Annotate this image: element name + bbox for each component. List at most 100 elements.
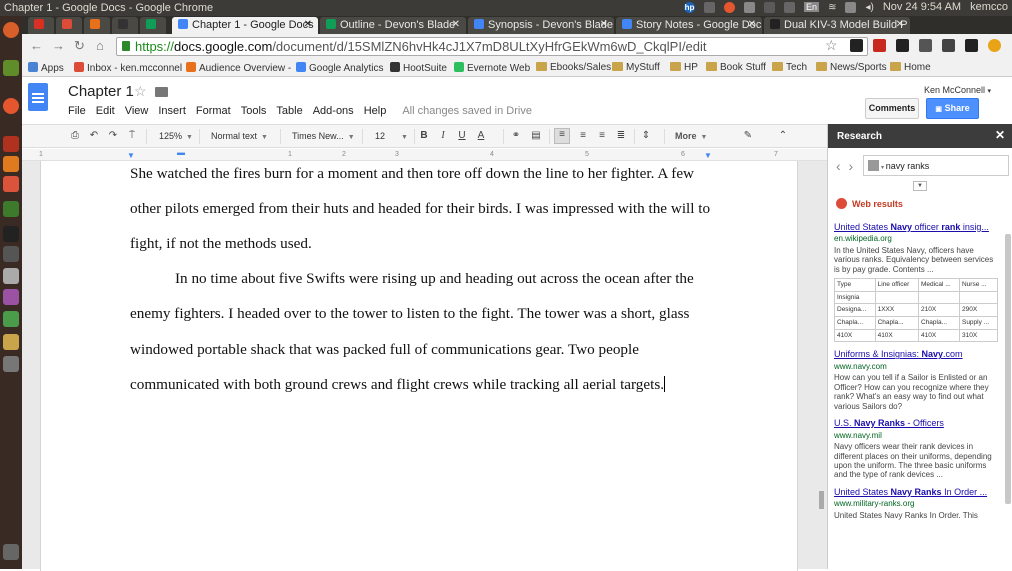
extension-icon[interactable]: [988, 39, 1001, 52]
expand-options-button[interactable]: ▼: [913, 181, 927, 191]
redo-icon[interactable]: ↷: [107, 130, 119, 142]
chrome-icon[interactable]: [724, 1, 736, 13]
battery-icon[interactable]: [845, 1, 857, 13]
app-icon[interactable]: [3, 156, 19, 172]
indent-marker-icon[interactable]: ▬: [177, 148, 185, 157]
flag-icon[interactable]: [704, 1, 716, 13]
close-tab-icon[interactable]: ✕: [304, 19, 312, 30]
undo-icon[interactable]: ↶: [88, 130, 100, 142]
keyboard-indicator[interactable]: En: [804, 2, 820, 12]
bookmark-hootsuite[interactable]: HootSuite: [390, 62, 447, 74]
menu-tools[interactable]: Tools: [241, 105, 267, 117]
tab-story-notes[interactable]: Story Notes - Google Doc ✕: [616, 17, 762, 34]
tab-dual-kiv3[interactable]: Dual KIV-3 Model Build P ✕: [764, 17, 910, 34]
app-icon[interactable]: [3, 289, 19, 305]
settings-gear-icon[interactable]: [850, 39, 863, 52]
search-type-icon[interactable]: [868, 160, 879, 171]
menu-view[interactable]: View: [125, 105, 149, 117]
app-icon[interactable]: [3, 334, 19, 350]
pencil-edit-icon[interactable]: ✎: [742, 130, 754, 142]
app-icon[interactable]: [3, 201, 19, 217]
forward-icon[interactable]: →: [52, 39, 65, 53]
tab-synopsis[interactable]: Synopsis - Devon's Blade ✕: [468, 17, 614, 34]
bookmark-evernote[interactable]: Evernote Web: [454, 62, 530, 74]
tab-pinned[interactable]: [28, 17, 54, 34]
research-search-input[interactable]: ▾ navy ranks: [863, 155, 1009, 176]
bookmark-star-icon[interactable]: ☆: [825, 37, 838, 54]
text-color-button[interactable]: A: [475, 130, 487, 142]
mail-icon[interactable]: [764, 1, 776, 13]
app-icon[interactable]: [3, 246, 19, 262]
style-select[interactable]: Normal text ▼: [211, 131, 268, 141]
bookmark-inbox[interactable]: Inbox - ken.mcconnel: [74, 62, 182, 74]
volume-icon[interactable]: ◂): [865, 2, 873, 13]
app-icon[interactable]: [3, 356, 19, 372]
font-select[interactable]: Times New... ▼: [292, 131, 355, 141]
collapse-icon[interactable]: ⌃: [777, 130, 789, 142]
tab-pinned[interactable]: [112, 17, 138, 34]
folder-icon[interactable]: [155, 87, 168, 97]
align-left-icon[interactable]: ≡: [554, 128, 570, 144]
result-title[interactable]: United States Navy Ranks In Order ...: [834, 487, 1000, 498]
session-user[interactable]: kemcco: [970, 1, 1008, 13]
chevron-left-icon[interactable]: ‹: [836, 158, 841, 174]
bookmark-folder-home[interactable]: Home: [890, 62, 931, 73]
bookmark-folder-tech[interactable]: Tech: [772, 62, 807, 73]
bookmark-folder-hp[interactable]: HP: [670, 62, 698, 73]
align-justify-icon[interactable]: ≣: [615, 130, 627, 142]
bookmark-audience[interactable]: Audience Overview -: [186, 62, 291, 74]
back-icon[interactable]: ←: [30, 39, 43, 53]
address-bar[interactable]: https://docs.google.com/document/d/15SMl…: [116, 37, 868, 56]
underline-button[interactable]: U: [456, 130, 468, 142]
chevron-right-icon[interactable]: ›: [848, 158, 853, 174]
hp-icon[interactable]: hp: [684, 1, 696, 13]
menu-table[interactable]: Table: [276, 105, 302, 117]
bookmark-folder-ebooks[interactable]: Ebooks/Sales: [536, 62, 611, 73]
menu-file[interactable]: File: [68, 105, 86, 117]
result-title[interactable]: U.S. Navy Ranks - Officers: [834, 418, 1000, 429]
align-right-icon[interactable]: ≡: [596, 130, 608, 142]
extension-icon[interactable]: [942, 39, 955, 52]
bold-button[interactable]: B: [418, 130, 430, 142]
app-icon[interactable]: [3, 311, 19, 327]
menu-addons[interactable]: Add-ons: [313, 105, 354, 117]
menu-insert[interactable]: Insert: [158, 105, 186, 117]
software-center-icon[interactable]: [3, 136, 19, 152]
menu-edit[interactable]: Edit: [96, 105, 115, 117]
close-icon[interactable]: ✕: [995, 128, 1005, 142]
menu-help[interactable]: Help: [364, 105, 387, 117]
trash-icon[interactable]: [3, 544, 19, 560]
document-page[interactable]: She watched the fires burn for a moment …: [40, 161, 798, 571]
account-name[interactable]: Ken McConnell ▾: [924, 85, 991, 95]
document-title[interactable]: Chapter 1: [68, 83, 134, 100]
bookmark-folder-book-stuff[interactable]: Book Stuff: [706, 62, 766, 73]
close-tab-icon[interactable]: ✕: [452, 19, 460, 30]
tab-chapter-1[interactable]: Chapter 1 - Google Docs ✕: [172, 17, 318, 34]
star-icon[interactable]: ☆: [134, 83, 147, 100]
italic-button[interactable]: I: [437, 130, 449, 142]
bookmark-folder-mystuff[interactable]: MyStuff: [612, 62, 660, 73]
clock[interactable]: Nov 24 9:54 AM: [883, 1, 961, 13]
align-center-icon[interactable]: ≡: [577, 130, 589, 142]
files-icon[interactable]: [3, 60, 19, 76]
extension-icon[interactable]: [896, 39, 909, 52]
extension-icon[interactable]: [873, 39, 886, 52]
close-tab-icon[interactable]: ✕: [896, 19, 904, 30]
font-size-select[interactable]: 12 ▼: [375, 131, 408, 141]
result-title[interactable]: Uniforms & Insignias: Navy.com: [834, 349, 1000, 360]
bluetooth-icon[interactable]: [784, 1, 796, 13]
terminal-icon[interactable]: [3, 226, 19, 242]
paint-format-icon[interactable]: ⍑: [126, 130, 138, 142]
left-margin-marker-icon[interactable]: ▼: [127, 151, 135, 160]
line-spacing-icon[interactable]: ⇕: [640, 130, 652, 142]
tab-outline[interactable]: Outline - Devon's Blade ✕: [320, 17, 466, 34]
research-scrollbar[interactable]: [1005, 234, 1011, 504]
menu-format[interactable]: Format: [196, 105, 231, 117]
comments-button[interactable]: Comments: [865, 98, 919, 119]
bookmark-apps[interactable]: Apps: [28, 62, 64, 74]
tab-pinned[interactable]: [140, 17, 166, 34]
buffer-icon[interactable]: [965, 39, 978, 52]
more-menu[interactable]: More ▼: [675, 131, 707, 141]
share-button[interactable]: ▣ Share: [926, 98, 979, 119]
reload-icon[interactable]: ↻: [74, 39, 85, 53]
